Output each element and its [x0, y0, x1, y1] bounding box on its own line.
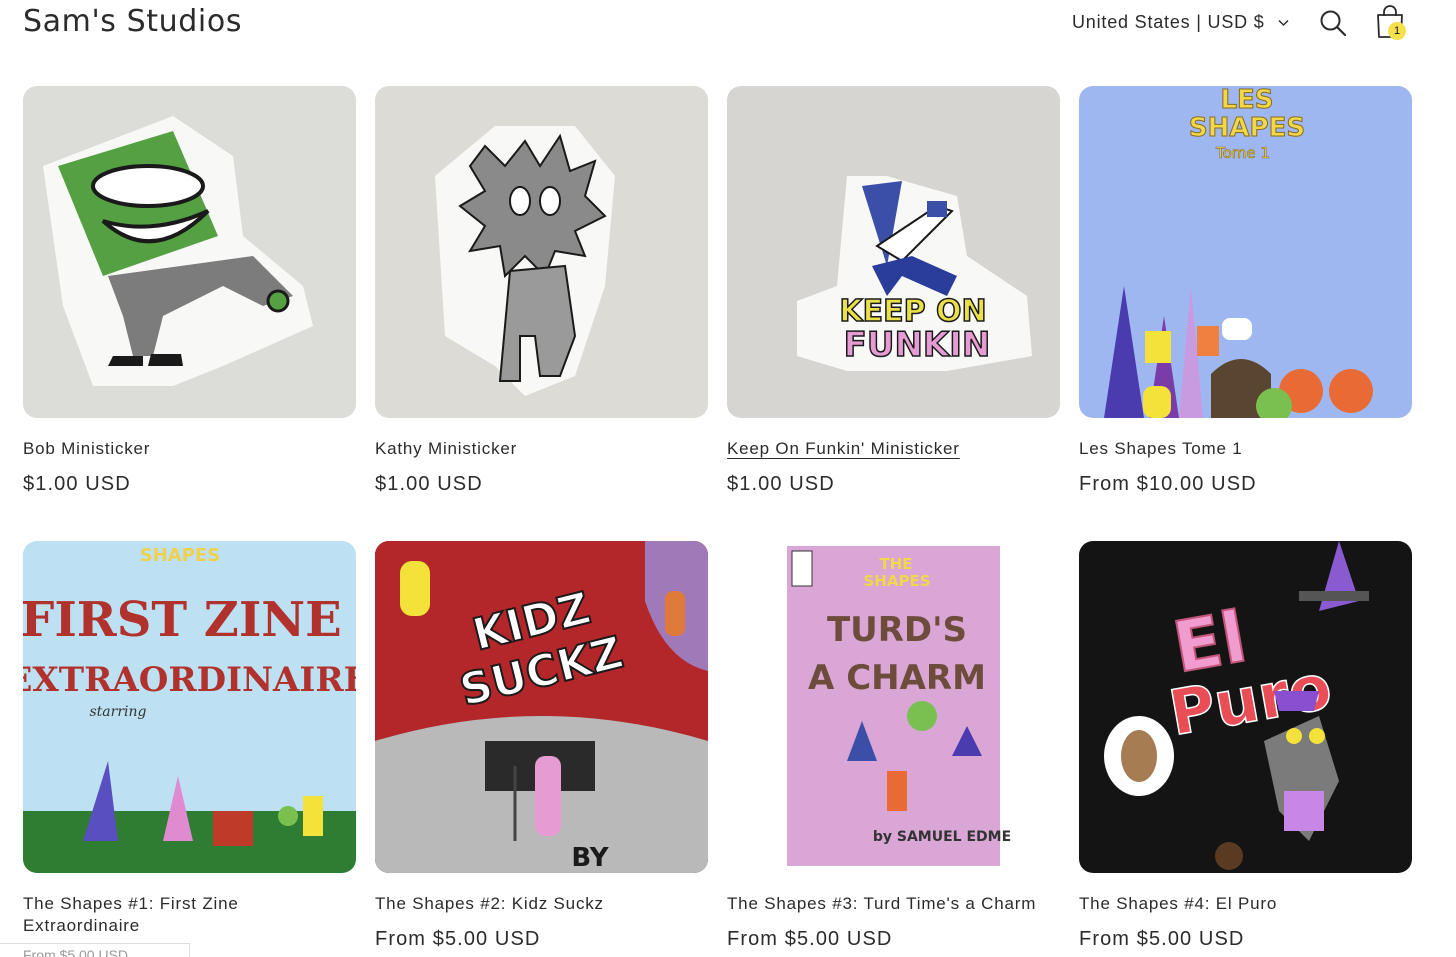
cover-text-shapes: SHAPES	[1189, 113, 1305, 143]
product-price: From $5.00 USD	[1079, 928, 1245, 950]
cover-text-a-charm: A CHARM	[808, 658, 986, 698]
product-card[interactable]: LES SHAPES Tome 1 Les Shapes Tome 1 From…	[1079, 86, 1412, 496]
product-card[interactable]: Bob Ministicker $1.00 USD	[23, 86, 356, 496]
product-price: $1.00 USD	[375, 473, 483, 495]
sticker-text-keep-on: KEEP ON	[839, 294, 986, 329]
keep-on-funkin-sticker-art: KEEP ON FUNKIN	[727, 86, 1060, 418]
turd-time-cover-art: THE SHAPES TURD'S A CHARM by SAMUEL EDME	[727, 541, 1060, 873]
product-image[interactable]: LES SHAPES Tome 1	[1079, 86, 1412, 418]
product-title[interactable]: Bob Ministicker	[23, 438, 356, 460]
cart-button[interactable]: 1	[1372, 3, 1410, 41]
product-price: $1.00 USD	[23, 473, 131, 495]
product-title[interactable]: The Shapes #1: First Zine Extraordinaire	[23, 893, 356, 937]
product-image[interactable]: KIDZ SUCKZ BY	[375, 541, 708, 873]
product-image[interactable]: KEEP ON FUNKIN	[727, 86, 1060, 418]
cover-text-starring: starring	[90, 704, 147, 720]
product-price: From $5.00 USD	[375, 928, 541, 950]
cart-count-badge: 1	[1388, 22, 1406, 40]
kidz-suckz-cover-art: KIDZ SUCKZ BY	[375, 541, 708, 873]
product-title[interactable]: Kathy Ministicker	[375, 438, 708, 460]
product-title[interactable]: The Shapes #2: Kidz Suckz	[375, 893, 708, 915]
cover-text-by-author: by SAMUEL EDME	[873, 829, 1011, 845]
locale-label: United States | USD $	[1072, 12, 1265, 32]
search-icon	[1320, 10, 1347, 37]
gray-cat-sticker-art	[375, 86, 708, 418]
cover-text-shapes: SHAPES	[140, 545, 220, 566]
product-image[interactable]: THE SHAPES TURD'S A CHARM by SAMUEL EDME	[727, 541, 1060, 873]
product-image[interactable]: SHAPES FIRST ZINE EXTRAORDINAIRE starrin…	[23, 541, 356, 873]
product-price: From $10.00 USD	[1079, 473, 1257, 495]
cover-text-extraordinaire: EXTRAORDINAIRE	[23, 660, 356, 700]
cover-text-shapes: SHAPES	[863, 572, 930, 590]
product-card[interactable]: El Puro The Shapes #4: El Puro From $5.0…	[1079, 541, 1412, 951]
product-title[interactable]: Les Shapes Tome 1	[1079, 438, 1412, 460]
cover-text-tome: Tome 1	[1215, 144, 1270, 162]
product-card[interactable]: KIDZ SUCKZ BY The Shapes #2: Kidz Suckz …	[375, 541, 708, 951]
chevron-down-icon	[1278, 19, 1289, 27]
product-card[interactable]: Kathy Ministicker $1.00 USD	[375, 86, 708, 496]
cover-text-turds: TURD'S	[827, 610, 967, 650]
site-header: Sam's Studios United States | USD $ 1	[0, 0, 1456, 60]
product-image[interactable]	[375, 86, 708, 418]
country-currency-selector[interactable]: United States | USD $	[1072, 12, 1290, 33]
green-sticker-art	[23, 86, 356, 418]
product-image[interactable]	[23, 86, 356, 418]
cover-text-first-zine: FIRST ZINE	[23, 592, 342, 648]
product-price: $1.00 USD	[727, 473, 835, 495]
les-shapes-cover-art: LES SHAPES Tome 1	[1079, 86, 1412, 418]
product-title[interactable]: The Shapes #3: Turd Time's a Charm	[727, 893, 1060, 915]
store-name-link[interactable]: Sam's Studios	[23, 4, 242, 39]
product-title[interactable]: Keep On Funkin' Ministicker	[727, 438, 1060, 460]
sticker-text-funkin: FUNKIN	[844, 325, 991, 365]
product-card[interactable]: THE SHAPES TURD'S A CHARM by SAMUEL EDME…	[727, 541, 1060, 951]
first-zine-cover-art: SHAPES FIRST ZINE EXTRAORDINAIRE starrin…	[23, 541, 356, 873]
el-puro-cover-art: El Puro	[1079, 541, 1412, 873]
cover-text-les: LES	[1220, 86, 1273, 115]
cover-text-the: THE	[879, 555, 912, 573]
product-card[interactable]: KEEP ON FUNKIN Keep On Funkin' Ministick…	[727, 86, 1060, 496]
cover-text-by: BY	[571, 843, 609, 873]
product-title[interactable]: The Shapes #4: El Puro	[1079, 893, 1412, 915]
price-overlay-partial: From $5.00 USD	[0, 943, 190, 957]
product-card[interactable]: SHAPES FIRST ZINE EXTRAORDINAIRE starrin…	[23, 541, 356, 937]
search-button[interactable]	[1318, 8, 1348, 38]
product-image[interactable]: El Puro	[1079, 541, 1412, 873]
product-price: From $5.00 USD	[727, 928, 893, 950]
